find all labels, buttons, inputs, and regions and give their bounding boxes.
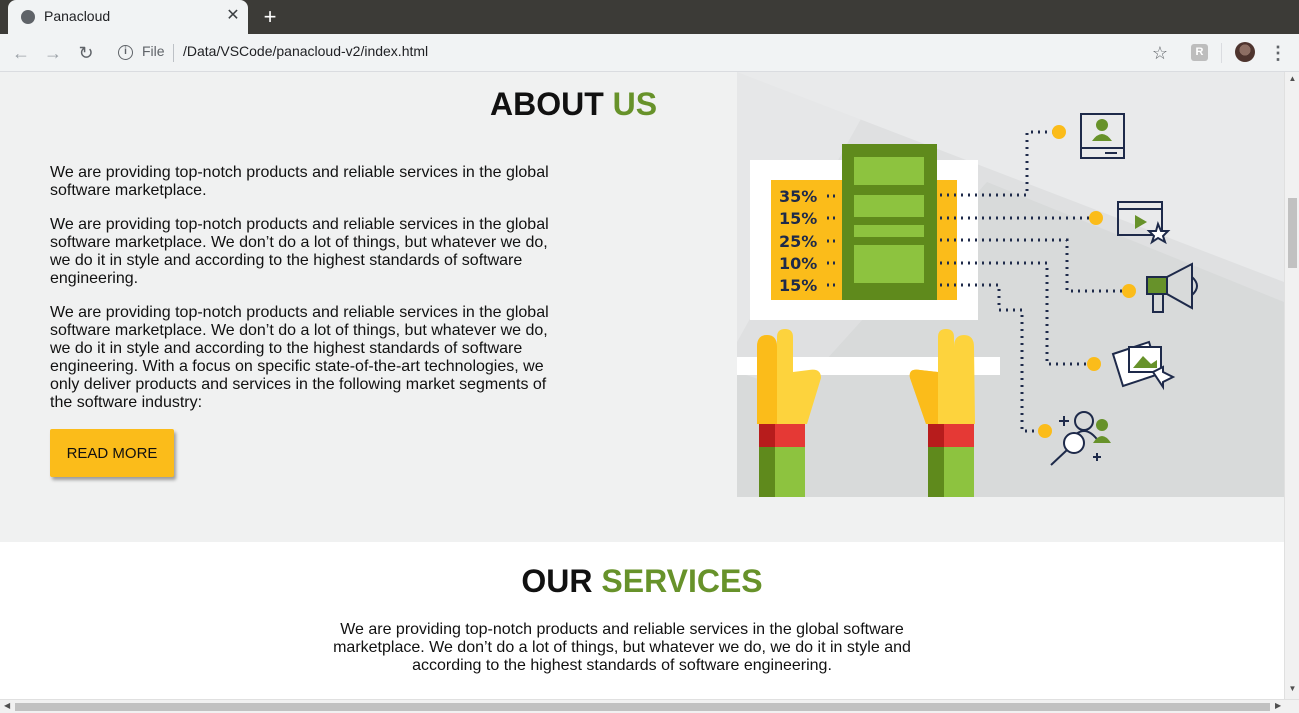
- scroll-up-arrow-icon[interactable]: ▲: [1288, 74, 1297, 83]
- server-slot: [854, 245, 924, 283]
- percentage-label: 35%: [779, 187, 817, 206]
- about-title-part1: ABOUT: [490, 86, 604, 122]
- browser-tab[interactable]: Panacloud ✕: [8, 0, 248, 34]
- connector-dot: [1038, 424, 1052, 438]
- browser-toolbar: ← → ↻ i File /Data/VSCode/panacloud-v2/i…: [0, 34, 1299, 72]
- server-slot: [854, 157, 924, 185]
- menu-icon[interactable]: ⋮: [1268, 40, 1288, 66]
- scroll-down-arrow-icon[interactable]: ▼: [1288, 684, 1297, 693]
- about-paragraph: We are providing top-notch products and …: [50, 164, 549, 199]
- horizontal-scrollbar[interactable]: ◀ ▶: [0, 699, 1299, 713]
- about-text: We are providing top-notch products and …: [50, 164, 550, 428]
- new-tab-button[interactable]: +: [258, 4, 282, 30]
- percentage-label: 25%: [779, 232, 817, 251]
- tab-title: Panacloud: [44, 8, 111, 24]
- extension-icon[interactable]: R: [1191, 44, 1208, 61]
- toolbar-divider: [1221, 43, 1222, 63]
- about-paragraph: We are providing top-notch products and …: [50, 216, 549, 287]
- scheme-label[interactable]: File: [142, 43, 165, 59]
- server-slot: [854, 195, 924, 217]
- globe-icon: [21, 10, 35, 24]
- horizontal-scroll-thumb[interactable]: [15, 703, 1270, 711]
- percentage-label: 10%: [779, 254, 817, 273]
- connector-dot: [1122, 284, 1136, 298]
- server-slot: [854, 225, 924, 237]
- percentage-label: 15%: [779, 276, 817, 295]
- about-section: ABOUT US We are providing top-notch prod…: [0, 72, 1284, 542]
- bookmark-star-icon[interactable]: ☆: [1150, 40, 1170, 66]
- address-bar[interactable]: /Data/VSCode/panacloud-v2/index.html: [183, 43, 428, 59]
- vertical-scrollbar[interactable]: ▲ ▼: [1284, 72, 1299, 699]
- services-title-part1: OUR: [521, 563, 593, 599]
- about-title: ABOUT US: [490, 86, 657, 123]
- connector-dot: [1089, 211, 1103, 225]
- about-title-part2: US: [612, 86, 658, 122]
- info-icon[interactable]: i: [118, 45, 133, 60]
- read-more-button[interactable]: READ MORE: [50, 429, 174, 477]
- browser-tab-strip: Panacloud ✕ +: [0, 0, 1299, 34]
- back-button[interactable]: ←: [8, 40, 34, 66]
- profile-avatar[interactable]: [1235, 42, 1255, 62]
- about-paragraph: We are providing top-notch products and …: [50, 304, 549, 411]
- services-title-part2: SERVICES: [601, 563, 763, 599]
- reload-button[interactable]: ↻: [73, 40, 99, 66]
- scroll-right-arrow-icon[interactable]: ▶: [1275, 701, 1281, 710]
- connector-dot: [1087, 357, 1101, 371]
- services-title: OUR SERVICES: [0, 563, 1284, 600]
- forward-button[interactable]: →: [40, 40, 66, 66]
- scroll-left-arrow-icon[interactable]: ◀: [4, 701, 10, 710]
- connector-dot: [1052, 125, 1066, 139]
- percentage-label: 15%: [779, 209, 817, 228]
- vertical-scroll-thumb[interactable]: [1288, 198, 1297, 268]
- services-text: We are providing top-notch products and …: [333, 621, 911, 674]
- omnibox-divider: [173, 44, 174, 62]
- close-tab-icon[interactable]: ✕: [224, 6, 242, 26]
- about-illustration: 35% 15% 25% 10% 15%: [737, 72, 1284, 497]
- page-viewport: ABOUT US We are providing top-notch prod…: [0, 72, 1284, 699]
